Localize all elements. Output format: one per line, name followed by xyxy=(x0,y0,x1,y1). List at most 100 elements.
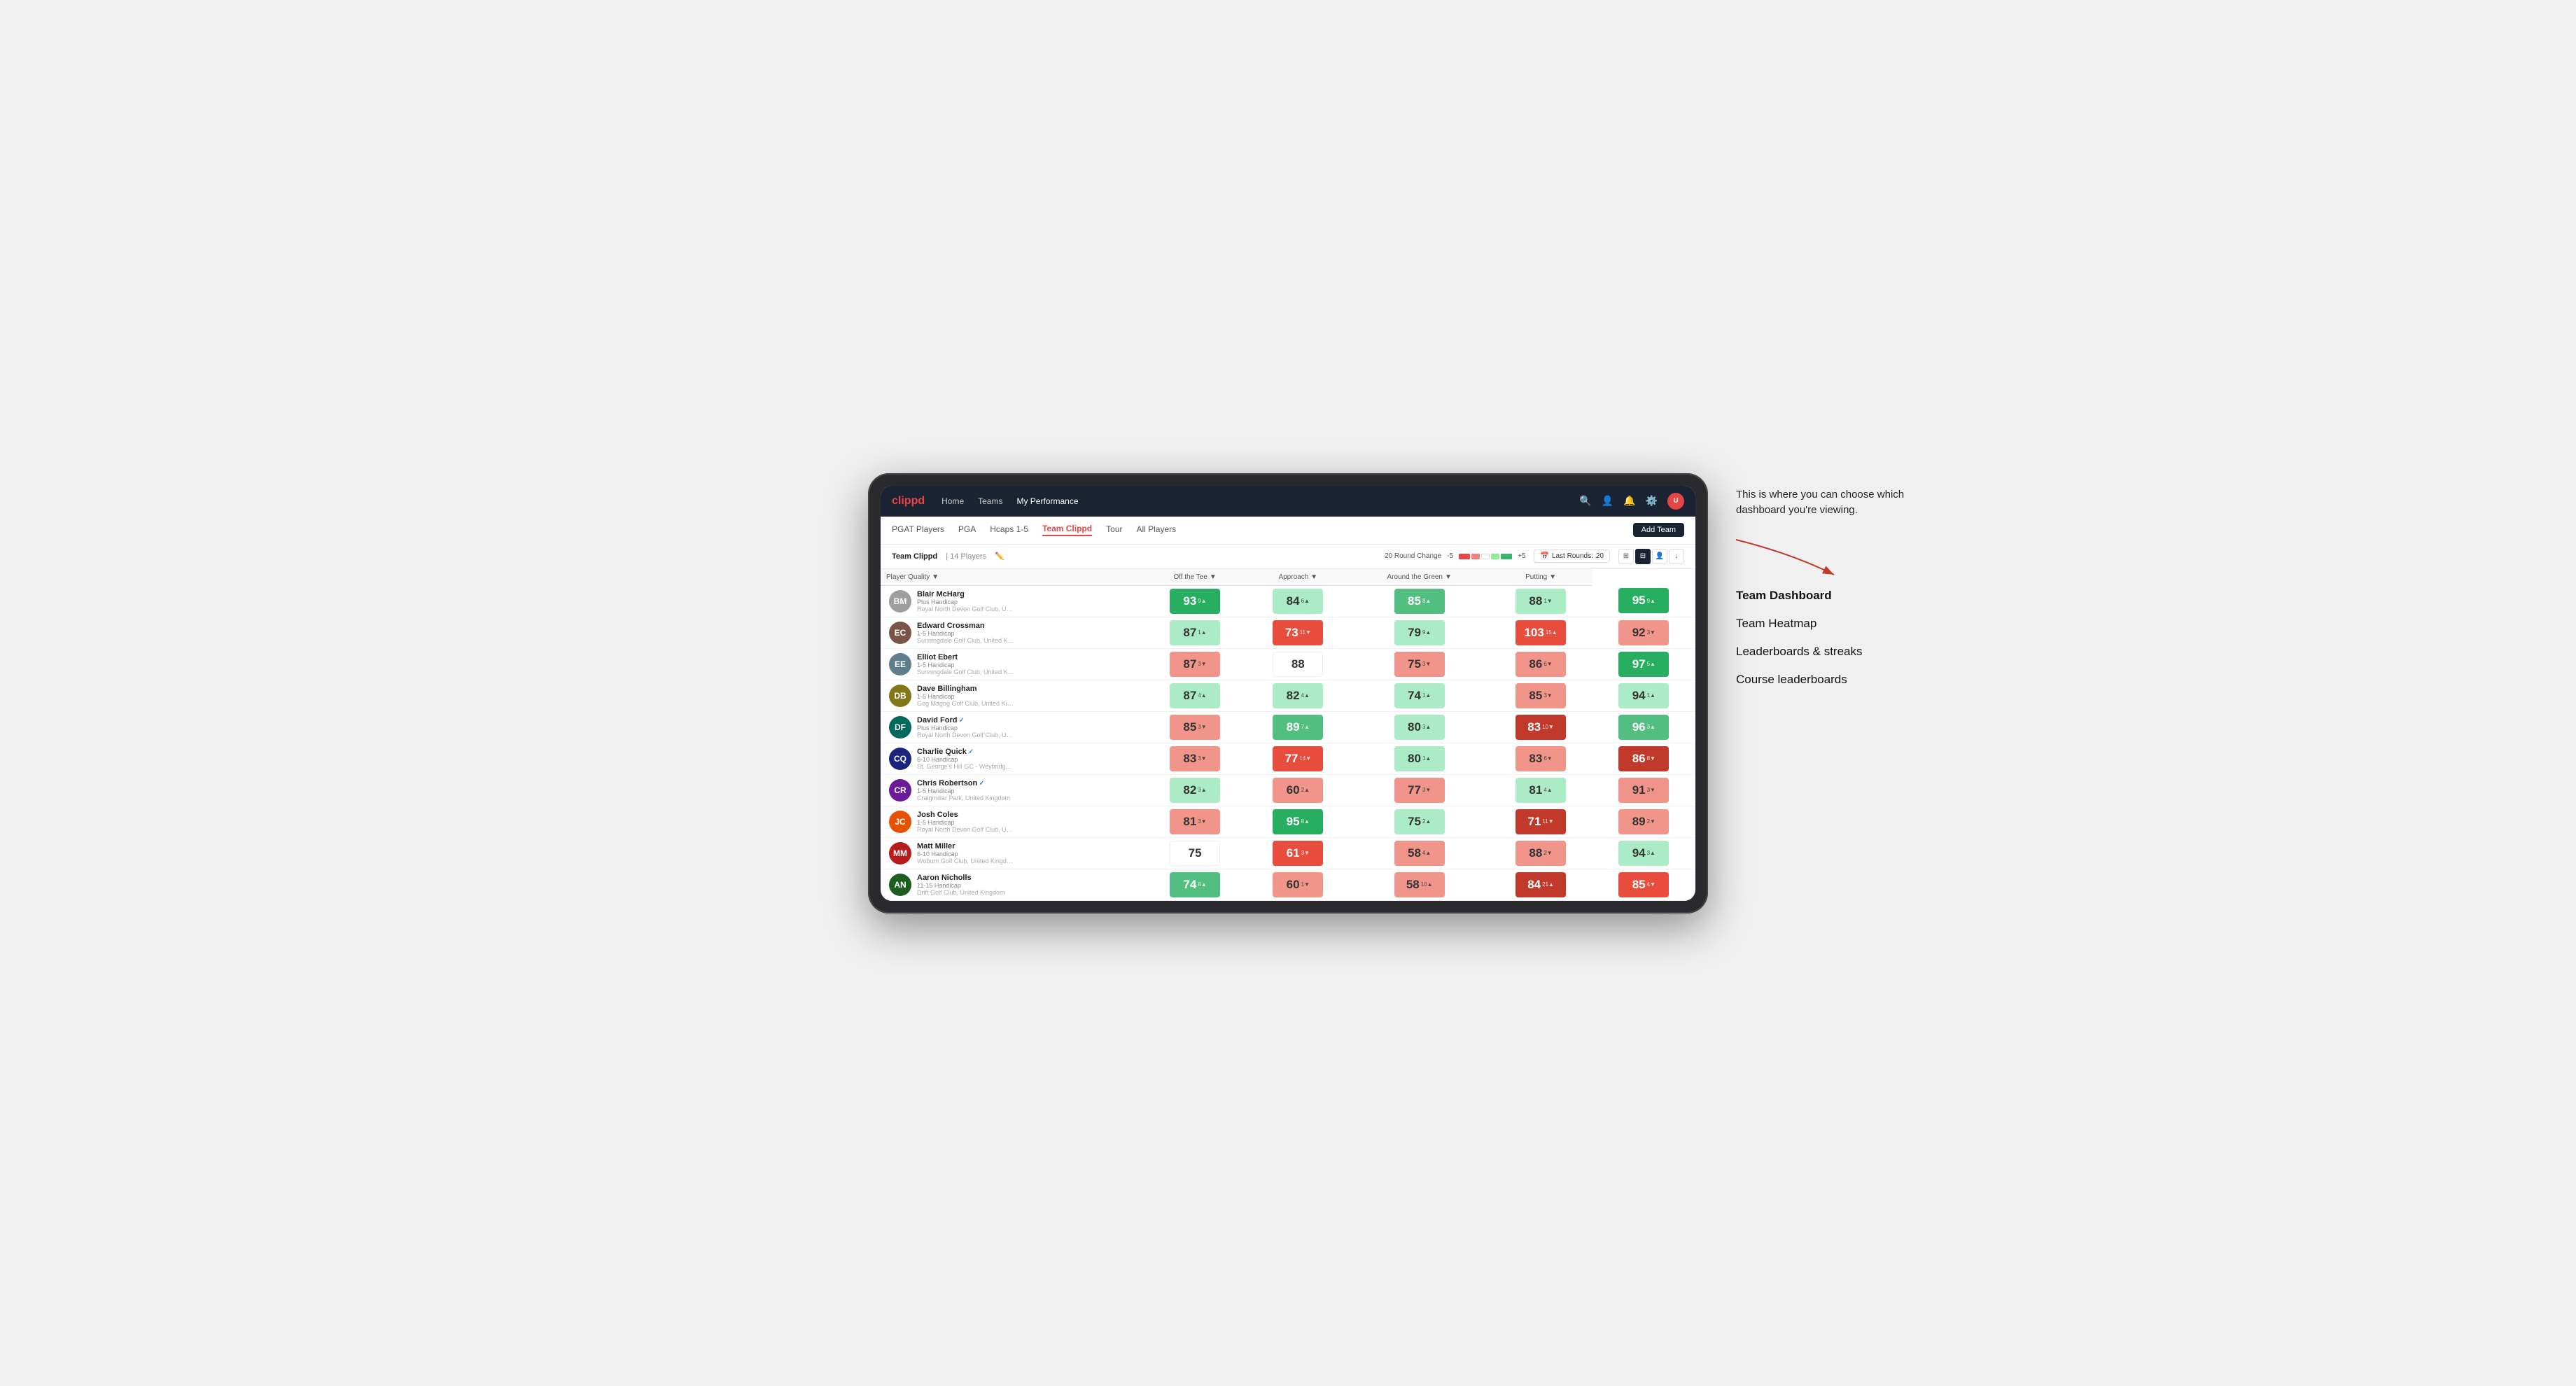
score-box: 873▼ xyxy=(1170,652,1220,677)
score-cell-6-2: 773▼ xyxy=(1350,774,1490,806)
score-cell-5-0: 833▼ xyxy=(1143,743,1246,774)
subnav-hcaps[interactable]: Hcaps 1-5 xyxy=(990,524,1028,536)
score-change: 4▲ xyxy=(1301,692,1310,699)
score-change: 4▼ xyxy=(1647,881,1656,888)
user-icon[interactable]: 👤 xyxy=(1602,495,1614,507)
nav-home[interactable]: Home xyxy=(941,496,964,506)
col-header-player[interactable]: Player Quality ▼ xyxy=(881,569,1143,586)
page-wrapper: clippd Home Teams My Performance 🔍 👤 🔔 ⚙… xyxy=(868,473,1708,913)
menu-team-heatmap[interactable]: Team Heatmap xyxy=(1736,617,1932,631)
nav-my-performance[interactable]: My Performance xyxy=(1016,496,1078,506)
score-change: 3▼ xyxy=(1301,850,1310,856)
score-value: 95 xyxy=(1287,815,1300,829)
verified-icon: ✓ xyxy=(957,716,964,723)
col-header-putting[interactable]: Putting ▼ xyxy=(1489,569,1592,586)
subnav-all-players[interactable]: All Players xyxy=(1136,524,1176,536)
score-box: 975▲ xyxy=(1618,652,1669,677)
score-cell-4-4: 963▲ xyxy=(1592,711,1695,743)
player-cell-2[interactable]: EEElliot Ebert1-5 HandicapSunningdale Go… xyxy=(881,648,1143,680)
last-rounds-button[interactable]: 📅 Last Rounds: 20 xyxy=(1534,550,1610,563)
player-club: Royal North Devon Golf Club, United King… xyxy=(917,826,1015,833)
player-avatar: CR xyxy=(889,779,911,802)
range-low: -5 xyxy=(1447,552,1453,560)
player-cell-7[interactable]: JCJosh Coles1-5 HandicapRoyal North Devo… xyxy=(881,806,1143,837)
player-cell-3[interactable]: DBDave Billingham1-5 HandicapGog Magog G… xyxy=(881,680,1143,711)
score-change: 3▼ xyxy=(1198,724,1206,730)
search-icon[interactable]: 🔍 xyxy=(1579,495,1591,507)
player-club: Sunningdale Golf Club, United Kingdom xyxy=(917,668,1015,676)
player-cell-8[interactable]: MMMatt Miller6-10 HandicapWoburn Golf Cl… xyxy=(881,837,1143,869)
score-box: 8310▼ xyxy=(1516,715,1566,740)
score-cell-8-3: 882▼ xyxy=(1489,837,1592,869)
table-row: BMBlair McHargPlus HandicapRoyal North D… xyxy=(881,585,1695,617)
player-handicap: 1-5 Handicap xyxy=(917,662,1015,668)
heatmap-white xyxy=(1481,554,1490,559)
score-cell-2-4: 975▲ xyxy=(1592,648,1695,680)
heatmap-light-green xyxy=(1491,554,1499,559)
top-nav: clippd Home Teams My Performance 🔍 👤 🔔 ⚙… xyxy=(881,486,1695,517)
player-cell-1[interactable]: ECEdward Crossman1-5 HandicapSunningdale… xyxy=(881,617,1143,648)
team-name: Team Clippd xyxy=(892,552,937,561)
subnav-pga[interactable]: PGA xyxy=(958,524,976,536)
score-box: 613▼ xyxy=(1273,841,1323,866)
user-avatar[interactable]: U xyxy=(1667,493,1684,510)
score-box: 823▲ xyxy=(1170,778,1220,803)
menu-team-dashboard[interactable]: Team Dashboard xyxy=(1736,589,1932,603)
score-box: 801▲ xyxy=(1394,746,1445,771)
score-box: 897▲ xyxy=(1273,715,1323,740)
score-box: 773▼ xyxy=(1394,778,1445,803)
player-name: Matt Miller xyxy=(917,842,1015,850)
score-box: 836▼ xyxy=(1516,746,1566,771)
menu-leaderboards[interactable]: Leaderboards & streaks xyxy=(1736,645,1932,659)
score-value: 77 xyxy=(1284,752,1298,766)
edit-icon[interactable]: ✏️ xyxy=(995,552,1004,561)
col-header-off-tee[interactable]: Off the Tee ▼ xyxy=(1143,569,1246,586)
subnav-tour[interactable]: Tour xyxy=(1106,524,1122,536)
player-avatar: AN xyxy=(889,874,911,896)
player-cell-4[interactable]: DFDavid Ford ✓Plus HandicapRoyal North D… xyxy=(881,711,1143,743)
subnav-team-clippd[interactable]: Team Clippd xyxy=(1042,524,1092,536)
last-rounds-icon: 📅 xyxy=(1540,552,1548,560)
player-handicap: 6-10 Handicap xyxy=(917,756,1015,763)
score-value: 82 xyxy=(1287,689,1300,703)
view-list-button[interactable]: ⊞ xyxy=(1618,549,1634,564)
player-cell-9[interactable]: ANAaron Nicholls11-15 HandicapDrift Golf… xyxy=(881,869,1143,900)
tablet-screen: clippd Home Teams My Performance 🔍 👤 🔔 ⚙… xyxy=(881,486,1695,901)
bell-icon[interactable]: 🔔 xyxy=(1623,495,1635,507)
player-club: Drift Golf Club, United Kingdom xyxy=(917,889,1005,896)
subnav-pgat[interactable]: PGAT Players xyxy=(892,524,944,536)
add-team-button[interactable]: Add Team xyxy=(1633,523,1684,537)
score-box: 748▲ xyxy=(1170,872,1220,897)
nav-icons: 🔍 👤 🔔 ⚙️ U xyxy=(1579,493,1684,510)
score-box: 584▲ xyxy=(1394,841,1445,866)
score-box: 939▲ xyxy=(1170,589,1220,614)
col-header-around-green[interactable]: Around the Green ▼ xyxy=(1350,569,1490,586)
col-header-approach[interactable]: Approach ▼ xyxy=(1247,569,1350,586)
settings-icon[interactable]: ⚙️ xyxy=(1646,495,1658,507)
score-value: 87 xyxy=(1183,626,1196,640)
score-change: 10▼ xyxy=(1542,724,1554,730)
view-grid-button[interactable]: ⊟ xyxy=(1635,549,1651,564)
nav-teams[interactable]: Teams xyxy=(978,496,1002,506)
view-download-button[interactable]: ↓ xyxy=(1669,549,1684,564)
round-change: 20 Round Change -5 +5 xyxy=(1385,552,1526,560)
score-box: 88 xyxy=(1273,652,1323,677)
player-cell-5[interactable]: CQCharlie Quick ✓6-10 HandicapSt. George… xyxy=(881,743,1143,774)
player-club: Sunningdale Golf Club, United Kingdom xyxy=(917,637,1015,644)
score-change: 3▼ xyxy=(1422,661,1431,667)
score-box: 871▲ xyxy=(1170,620,1220,645)
score-cell-0-3: 881▼ xyxy=(1489,585,1592,617)
score-change: 15▲ xyxy=(1546,629,1558,636)
player-handicap: 1-5 Handicap xyxy=(917,819,1015,826)
menu-course-leaderboards[interactable]: Course leaderboards xyxy=(1736,673,1932,687)
score-cell-0-4: 959▲ xyxy=(1592,585,1695,617)
view-other-button[interactable]: 👤 xyxy=(1652,549,1667,564)
score-cell-1-1: 7311▼ xyxy=(1247,617,1350,648)
heatmap-red xyxy=(1459,554,1470,559)
score-change: 8▲ xyxy=(1422,598,1431,604)
player-cell-6[interactable]: CRChris Robertson ✓1-5 HandicapCraigmill… xyxy=(881,774,1143,806)
player-cell-0[interactable]: BMBlair McHargPlus HandicapRoyal North D… xyxy=(881,585,1143,617)
score-change: 3▼ xyxy=(1422,787,1431,793)
score-cell-9-1: 601▼ xyxy=(1247,869,1350,900)
score-change: 9▲ xyxy=(1647,598,1656,604)
